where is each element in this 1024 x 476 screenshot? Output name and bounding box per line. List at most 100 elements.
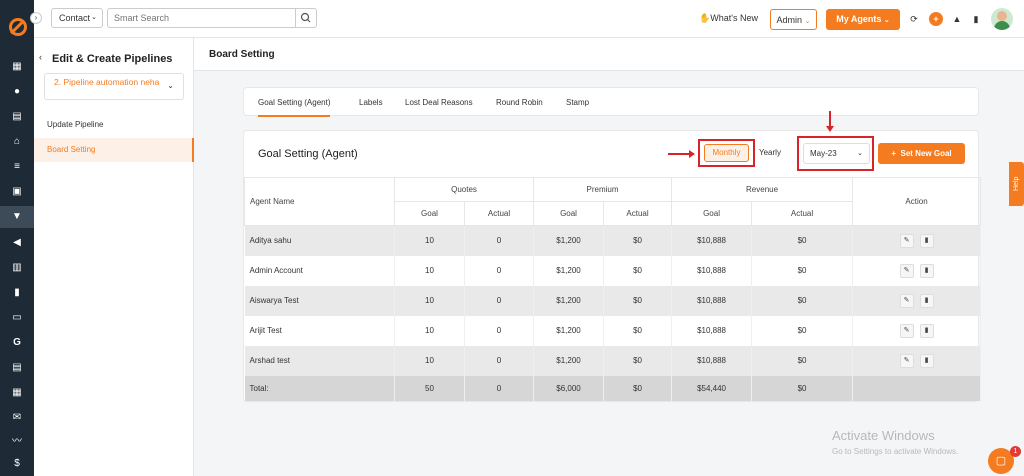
pipeline-sidebar: ‹ Edit & Create Pipelines 2. Pipeline au…	[34, 38, 194, 476]
delete-icon[interactable]: ▮	[919, 293, 934, 308]
delete-icon[interactable]: ▮	[919, 263, 934, 278]
table-row: Aiswarya Test 10 0 $1,200 $0 $10,888 $0 ✎ ▮	[244, 285, 982, 316]
sidebar-item-update-pipeline[interactable]: Update Pipeline	[34, 113, 194, 137]
my-agents-button[interactable]: My Agents ⌄	[826, 9, 900, 30]
pipeline-select-label: 2. Pipeline automation neha	[54, 77, 160, 87]
quotes-header: Quotes	[393, 177, 535, 202]
pipeline-icon[interactable]: ▼	[0, 206, 34, 228]
cell: 10	[394, 285, 465, 316]
edit-icon[interactable]: ✎	[899, 353, 914, 368]
edit-icon[interactable]: ✎	[899, 263, 914, 278]
sidebar-item-board-setting[interactable]: Board Setting	[34, 138, 194, 162]
cell: $0	[751, 345, 854, 376]
edit-icon[interactable]: ✎	[899, 233, 914, 248]
delete-icon[interactable]: ▮	[919, 233, 934, 248]
documents-icon[interactable]: ▤	[0, 106, 34, 128]
role-select[interactable]: Admin ⌄	[770, 9, 817, 30]
goal-setting-card: Goal Setting (Agent) Monthly Yearly May-…	[243, 111, 982, 402]
smart-search-input[interactable]	[107, 8, 295, 28]
delete-icon[interactable]: ▮	[919, 323, 934, 338]
cell: $0	[603, 255, 673, 286]
mail-icon[interactable]: ✉	[0, 407, 34, 429]
tab-stamp[interactable]: Stamp	[566, 88, 589, 117]
edit-icon[interactable]: ✎	[899, 293, 914, 308]
search-button[interactable]	[295, 8, 317, 28]
notes-icon[interactable]: ▤	[0, 357, 34, 379]
add-icon[interactable]: +	[929, 12, 943, 26]
bell-icon[interactable]: ▲	[950, 12, 964, 26]
my-agents-label: My Agents	[836, 14, 882, 24]
action-cell: ✎ ▮	[852, 285, 982, 316]
cell: $10,888	[671, 225, 753, 256]
report-icon[interactable]: ▥	[0, 257, 34, 279]
contact-select[interactable]: Contact ⌄	[51, 8, 103, 28]
cell: $10,888	[671, 285, 753, 316]
cell: $0	[751, 315, 854, 346]
cell: $1,200	[533, 225, 605, 256]
cell: $0	[603, 375, 673, 401]
bank-icon[interactable]: ⌂	[0, 131, 34, 153]
actual-subheader: Actual	[751, 201, 854, 226]
dollar-icon[interactable]: $	[0, 453, 34, 475]
tab-goal-setting[interactable]: Goal Setting (Agent)	[258, 88, 331, 117]
windows-watermark-title: Activate Windows	[832, 428, 935, 443]
cell: $10,888	[671, 255, 753, 286]
cell: $0	[751, 285, 854, 316]
whats-new-link[interactable]: ✋What's New	[699, 13, 758, 24]
refresh-icon[interactable]: ⟳	[907, 12, 921, 26]
table-row: Arshad test 10 0 $1,200 $0 $10,888 $0 ✎ ▮	[244, 345, 982, 376]
cell: 0	[464, 315, 535, 346]
goal-subheader: Goal	[671, 201, 753, 226]
delete-icon[interactable]: ▮	[919, 353, 934, 368]
cell: 0	[464, 225, 535, 256]
google-icon[interactable]: G	[0, 332, 34, 354]
cell: $0	[751, 225, 854, 256]
tab-round-robin[interactable]: Round Robin	[496, 88, 543, 117]
table-row: Aditya sahu 10 0 $1,200 $0 $10,888 $0 ✎ ▮	[244, 225, 982, 256]
pipeline-select[interactable]: 2. Pipeline automation neha ⌄	[44, 73, 184, 100]
action-cell: ✎ ▮	[852, 315, 982, 346]
cell: 10	[394, 255, 465, 286]
month-select[interactable]: May-23 ⌄	[803, 143, 870, 164]
table-row: Arijit Test 10 0 $1,200 $0 $10,888 $0 ✎ ▮	[244, 315, 982, 346]
cell: 0	[464, 285, 535, 316]
yearly-toggle[interactable]: Yearly	[759, 148, 781, 157]
page-header: Board Setting	[194, 38, 1024, 71]
action-cell: ✎ ▮	[852, 255, 982, 286]
total-label: Total:	[244, 375, 395, 401]
contact-card-icon[interactable]: ▣	[0, 181, 34, 203]
back-icon[interactable]: ‹	[39, 52, 42, 62]
contacts-icon[interactable]: ●	[0, 81, 34, 103]
signature-icon[interactable]: 〰	[0, 431, 34, 453]
megaphone-icon[interactable]: ◀	[0, 232, 34, 254]
cell: 10	[394, 225, 465, 256]
cell: $0	[603, 285, 673, 316]
edit-icon[interactable]: ✎	[899, 323, 914, 338]
set-new-goal-button[interactable]: + Set New Goal	[878, 143, 965, 164]
agent-name-cell: Arijit Test	[244, 315, 395, 346]
cell: $1,200	[533, 285, 605, 316]
goal-subheader: Goal	[533, 201, 605, 226]
role-select-label: Admin	[776, 15, 803, 25]
tab-labels[interactable]: Labels	[359, 88, 383, 117]
cell: $1,200	[533, 315, 605, 346]
tab-lost-deal-reasons[interactable]: Lost Deal Reasons	[405, 88, 473, 117]
search-icon	[300, 12, 311, 23]
expand-rail-button[interactable]: ›	[30, 12, 42, 24]
dashboard-icon[interactable]: ▦	[0, 56, 34, 78]
calendar-icon[interactable]: ▦	[0, 382, 34, 404]
annotation-arrowhead	[689, 150, 695, 158]
list-icon[interactable]: ≡	[0, 156, 34, 178]
avatar[interactable]	[991, 8, 1013, 30]
chart-icon[interactable]: ▮	[0, 282, 34, 304]
help-tab[interactable]: Help	[1009, 162, 1024, 206]
premium-header: Premium	[533, 177, 673, 202]
folder-icon[interactable]: ▭	[0, 307, 34, 329]
actual-subheader: Actual	[603, 201, 673, 226]
app-rail: › ▦ ● ▤ ⌂ ≡ ▣ ▼ ◀ ▥ ▮ ▭ G ▤ ▦ ✉ 〰 $	[0, 0, 42, 476]
agent-name-cell: Admin Account	[244, 255, 395, 286]
top-bar: Contact ⌄ ✋What's New Admin ⌄ My Agents …	[34, 0, 1024, 38]
monthly-toggle[interactable]: Monthly	[704, 144, 749, 162]
trash-icon[interactable]: ▮	[969, 12, 983, 26]
sidebar-item-label: Update Pipeline	[47, 120, 104, 129]
